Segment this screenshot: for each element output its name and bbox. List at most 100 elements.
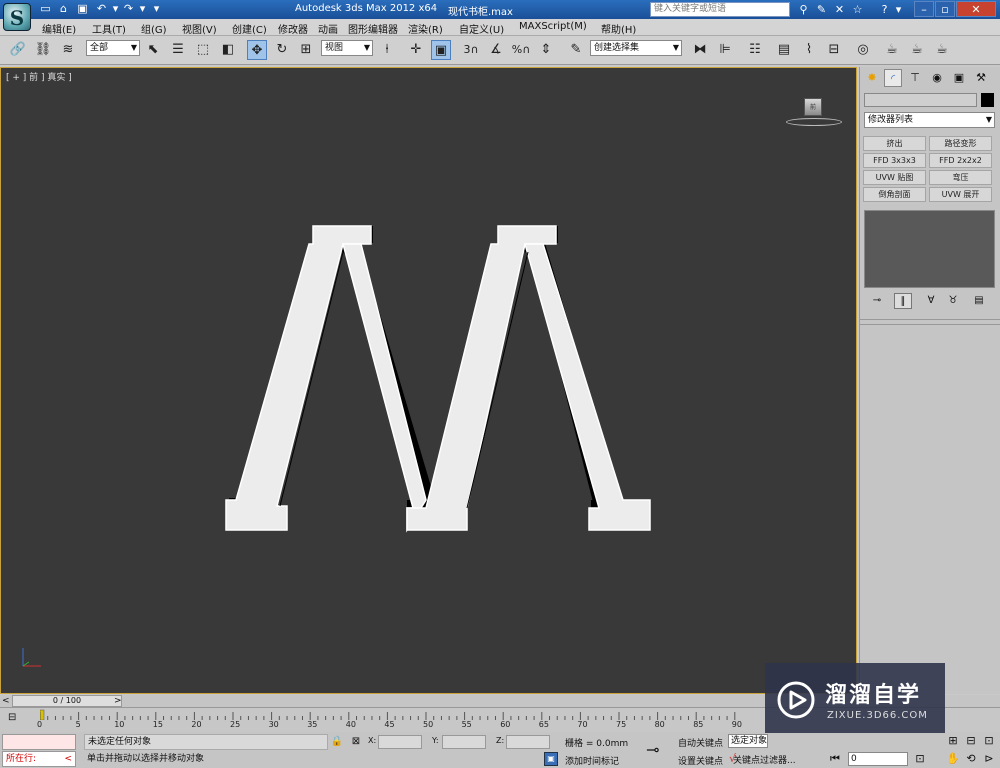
- absolute-mode-icon[interactable]: ⊠: [349, 735, 363, 749]
- object-color-swatch[interactable]: [981, 93, 994, 107]
- bend-button[interactable]: 弯压: [929, 170, 992, 185]
- key-filters-button[interactable]: 关键点过滤器...: [733, 753, 796, 766]
- utilities-tab-icon[interactable]: ⚒: [972, 69, 990, 87]
- z-coordinate-field[interactable]: [506, 735, 550, 749]
- current-frame-field[interactable]: 0: [848, 752, 908, 766]
- configure-modifier-sets-icon[interactable]: ▤: [970, 293, 988, 309]
- menu-help[interactable]: 帮助(H): [601, 21, 636, 36]
- orbit-icon[interactable]: ⟲: [963, 751, 979, 767]
- render-production-icon[interactable]: ☕: [932, 40, 952, 60]
- unlink-icon[interactable]: ⛓: [33, 40, 53, 60]
- rectangle-selection-icon[interactable]: ⬚: [193, 40, 213, 60]
- select-and-rotate-icon[interactable]: ↻: [272, 40, 292, 60]
- y-coordinate-field[interactable]: [442, 735, 486, 749]
- maxscript-listener[interactable]: [2, 734, 76, 750]
- go-to-start-icon[interactable]: ⏮: [827, 751, 843, 767]
- hierarchy-tab-icon[interactable]: ⊤: [906, 69, 924, 87]
- menu-animation[interactable]: 动画: [318, 21, 338, 36]
- modifier-stack[interactable]: [864, 210, 995, 288]
- maximize-button[interactable]: ▫: [935, 1, 955, 17]
- named-selection-select[interactable]: 创建选择集 ▼: [590, 40, 682, 56]
- quick-access-menu-icon[interactable]: ▾: [149, 2, 164, 16]
- schematic-view-icon[interactable]: ⊟: [824, 40, 844, 60]
- menu-create[interactable]: 创建(C): [232, 21, 267, 36]
- bind-space-warp-icon[interactable]: ≋: [58, 40, 78, 60]
- time-slider-prev-icon[interactable]: <: [2, 696, 10, 706]
- new-file-icon[interactable]: ▭: [38, 2, 53, 16]
- redo-icon[interactable]: ↷: [121, 2, 136, 16]
- maximize-viewport-icon[interactable]: ⊡: [981, 733, 997, 749]
- uvw-map-button[interactable]: UVW 贴图: [863, 170, 926, 185]
- help-dropdown-icon[interactable]: ▾: [891, 2, 906, 17]
- x-coordinate-field[interactable]: [378, 735, 422, 749]
- time-slider-next-icon[interactable]: >: [114, 696, 122, 706]
- add-time-tag[interactable]: 添加时间标记: [565, 754, 619, 767]
- modify-tab-icon[interactable]: ◜: [884, 69, 902, 87]
- path-deform-button[interactable]: 路径变形: [929, 136, 992, 151]
- star-icon[interactable]: ☆: [850, 2, 865, 17]
- edit-named-selection-icon[interactable]: ✎: [566, 40, 586, 60]
- help-icon[interactable]: ?: [877, 2, 892, 17]
- exchange-icon[interactable]: ✕: [832, 2, 847, 17]
- save-icon[interactable]: ▣: [75, 2, 90, 16]
- mirror-icon[interactable]: ⧓: [690, 40, 710, 60]
- bevel-profile-button[interactable]: 倒角剖面: [863, 187, 926, 202]
- add-time-tag-icon[interactable]: ▣: [544, 752, 558, 766]
- time-config-icon[interactable]: ⊡: [912, 751, 928, 767]
- select-by-name-icon[interactable]: ☰: [168, 40, 188, 60]
- menu-rendering[interactable]: 渲染(R): [408, 21, 443, 36]
- reference-coordinate-select[interactable]: 视图 ▼: [321, 40, 373, 56]
- key-set-select[interactable]: 选定对象: [728, 734, 768, 748]
- menu-customize[interactable]: 自定义(U): [459, 21, 504, 36]
- remove-modifier-icon[interactable]: ♉: [944, 293, 962, 309]
- ffd-3x3x3-button[interactable]: FFD 3x3x3: [863, 153, 926, 168]
- selection-lock-icon[interactable]: 🔒: [330, 735, 344, 749]
- field-of-view-icon[interactable]: ⊳: [981, 751, 997, 767]
- rendered-frame-window-icon[interactable]: ☕: [907, 40, 927, 60]
- layer-manager-icon[interactable]: ☷: [745, 40, 765, 60]
- select-manipulate-icon[interactable]: ✛: [406, 40, 426, 60]
- render-setup-icon[interactable]: ☕: [882, 40, 902, 60]
- spinner-snap-icon[interactable]: ⇕: [536, 40, 556, 60]
- zoom-extents-all-icon[interactable]: ⊟: [963, 733, 979, 749]
- pan-view-icon[interactable]: ✋: [945, 751, 961, 767]
- window-crossing-icon[interactable]: ◧: [218, 40, 238, 60]
- motion-tab-icon[interactable]: ◉: [928, 69, 946, 87]
- object-name-field[interactable]: [864, 93, 977, 107]
- pin-stack-icon[interactable]: ⊸: [868, 293, 886, 309]
- material-editor-icon[interactable]: ◎: [853, 40, 873, 60]
- menu-tools[interactable]: 工具(T): [92, 21, 126, 36]
- select-object-icon[interactable]: ⬉: [143, 40, 163, 60]
- pivot-center-icon[interactable]: ⍿: [377, 40, 397, 60]
- undo-icon[interactable]: ↶: [94, 2, 109, 16]
- keyboard-shortcut-override-icon[interactable]: ▣: [431, 40, 451, 60]
- angle-snap-icon[interactable]: ∡: [486, 40, 506, 60]
- menu-group[interactable]: 组(G): [141, 21, 167, 36]
- front-viewport[interactable]: [ + ] 前 ] 真实 ] 前: [0, 67, 857, 694]
- percent-snap-icon[interactable]: %∩: [511, 40, 531, 60]
- auto-key-button[interactable]: 自动关键点: [678, 736, 723, 749]
- curve-editor-mini-icon[interactable]: ⊟: [8, 712, 16, 723]
- app-logo[interactable]: S: [3, 3, 31, 31]
- menu-edit[interactable]: 编辑(E): [42, 21, 76, 36]
- show-end-result-icon[interactable]: ∥: [894, 293, 912, 309]
- menu-maxscript[interactable]: MAXScript(M): [519, 21, 587, 32]
- set-key-button[interactable]: 设置关键点: [678, 754, 723, 767]
- align-icon[interactable]: ⊫: [715, 40, 735, 60]
- search-input[interactable]: 键入关键字或短语: [650, 2, 790, 17]
- menu-views[interactable]: 视图(V): [182, 21, 217, 36]
- binoculars-icon[interactable]: ⚲: [796, 2, 811, 17]
- make-unique-icon[interactable]: ∀: [922, 293, 940, 309]
- maxscript-mini-listener[interactable]: 所在行: <: [2, 751, 76, 767]
- select-and-scale-icon[interactable]: ⊞: [296, 40, 316, 60]
- unwrap-uvw-button[interactable]: UVW 展开: [929, 187, 992, 202]
- create-tab-icon[interactable]: ✸: [863, 69, 881, 87]
- key-icon[interactable]: ⊸: [646, 740, 659, 759]
- zoom-extents-icon[interactable]: ⊞: [945, 733, 961, 749]
- menu-graph-editors[interactable]: 图形编辑器: [348, 21, 398, 36]
- time-slider-thumb[interactable]: 0 / 100: [12, 695, 122, 707]
- redo-dropdown-icon[interactable]: ▾: [135, 2, 150, 16]
- curve-editor-icon[interactable]: ⌇: [799, 40, 819, 60]
- tools-icon[interactable]: ✎: [814, 2, 829, 17]
- minimize-button[interactable]: –: [914, 1, 934, 17]
